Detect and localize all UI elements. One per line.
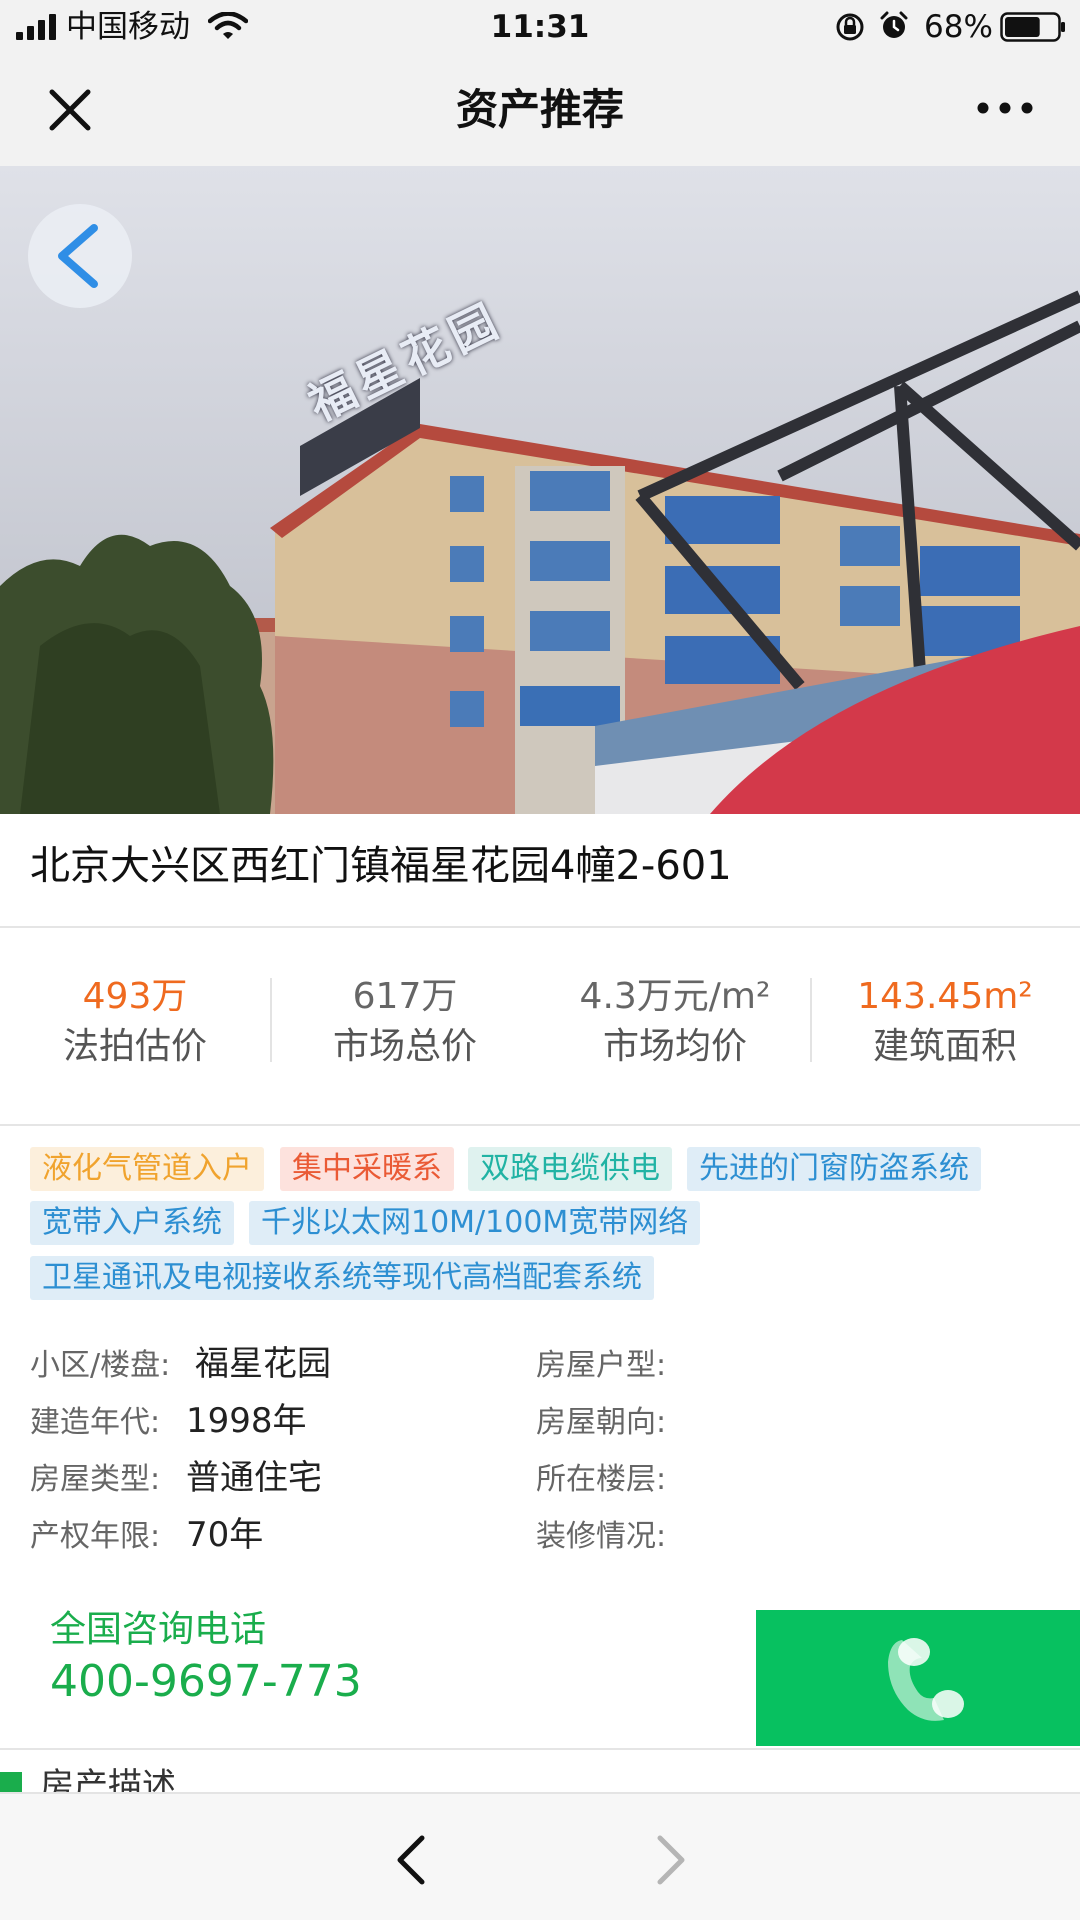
info-value-community: 福星花园	[195, 1344, 331, 1384]
stat-auction-estimate: 493万 法拍估价	[0, 972, 270, 1072]
alarm-icon	[880, 11, 908, 38]
battery-icon	[1000, 12, 1065, 42]
info-value-property-term: 70年	[186, 1515, 264, 1555]
feature-tag: 千兆以太网10M/100M宽带网络	[249, 1201, 701, 1245]
stat-value: 143.45m²	[857, 976, 1033, 1017]
feature-tag: 双路电缆供电	[468, 1147, 672, 1191]
feature-tag: 宽带入户系统	[30, 1201, 234, 1245]
feature-tag: 集中采暖系	[280, 1147, 454, 1191]
stat-label: 建筑面积	[872, 1026, 1017, 1067]
info-label-orientation: 房屋朝向:	[536, 1405, 667, 1440]
nav-bar: 资产推荐	[0, 54, 1080, 166]
feature-tag: 卫星通讯及电视接收系统等现代高档配套系统	[30, 1256, 654, 1300]
divider	[0, 1124, 1080, 1126]
info-value-house-type: 普通住宅	[186, 1458, 322, 1498]
info-label-property-term: 产权年限:	[30, 1519, 161, 1554]
stat-market-average: 4.3万元/m² 市场均价	[540, 972, 810, 1072]
stat-label: 法拍估价	[62, 1026, 207, 1067]
stat-value: 617万	[352, 976, 458, 1017]
clock: 11:31	[490, 9, 590, 45]
chevron-left-icon[interactable]	[390, 1834, 434, 1886]
info-label-build-year: 建造年代:	[30, 1405, 161, 1440]
info-label-community: 小区/楼盘:	[30, 1348, 171, 1383]
chevron-left-icon	[58, 224, 98, 288]
battery-percent: 68%	[924, 9, 993, 45]
property-photo[interactable]: 福星花园	[0, 166, 1080, 814]
back-button[interactable]	[28, 204, 132, 308]
browser-toolbar	[0, 1792, 1080, 1920]
building-photo	[0, 166, 1080, 814]
divider	[0, 1748, 1080, 1750]
feature-tag: 液化气管道入户	[30, 1147, 264, 1191]
more-icon[interactable]	[975, 96, 1035, 120]
page-title: 资产推荐	[455, 85, 624, 134]
phone-icon	[888, 1638, 964, 1721]
info-label-decoration: 装修情况:	[536, 1519, 667, 1554]
divider	[0, 926, 1080, 928]
stat-value: 493万	[82, 976, 188, 1017]
info-label-house-type: 房屋类型:	[30, 1462, 161, 1497]
contact-label: 全国咨询电话	[50, 1609, 267, 1650]
call-button[interactable]	[756, 1610, 1080, 1746]
stat-value: 4.3万元/m²	[579, 976, 771, 1017]
section-marker	[0, 1772, 22, 1794]
stat-label: 市场总价	[332, 1026, 477, 1067]
stat-floor-area: 143.45m² 建筑面积	[810, 972, 1080, 1072]
property-address: 北京大兴区西红门镇福星花园4幢2-601	[30, 843, 732, 889]
stat-market-total: 617万 市场总价	[270, 972, 540, 1072]
rotation-lock-icon	[836, 13, 864, 41]
stat-label: 市场均价	[602, 1026, 747, 1067]
info-label-layout: 房屋户型:	[536, 1348, 667, 1383]
info-value-build-year: 1998年	[186, 1401, 307, 1441]
chevron-right-icon[interactable]	[648, 1834, 692, 1886]
info-label-floor: 所在楼层:	[536, 1462, 667, 1497]
contact-phone-number[interactable]: 400-9697-773	[50, 1654, 362, 1710]
status-bar: 中国移动 11:31 68%	[0, 0, 1080, 54]
feature-tag: 先进的门窗防盗系统	[687, 1147, 981, 1191]
